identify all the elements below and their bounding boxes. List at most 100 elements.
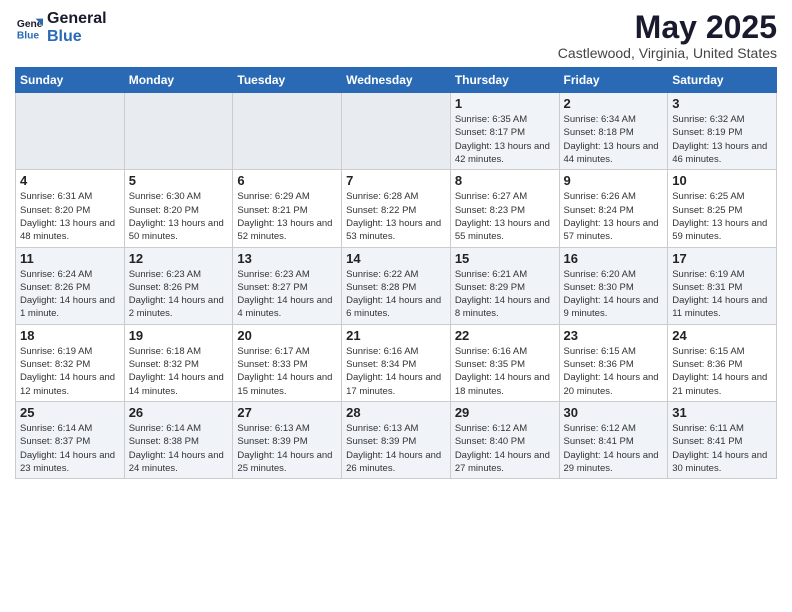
day-info: Sunrise: 6:20 AM Sunset: 8:30 PM Dayligh… — [564, 268, 664, 321]
day-number: 27 — [237, 405, 337, 420]
day-info: Sunrise: 6:35 AM Sunset: 8:17 PM Dayligh… — [455, 113, 555, 166]
day-info: Sunrise: 6:29 AM Sunset: 8:21 PM Dayligh… — [237, 190, 337, 243]
logo-blue: Blue — [47, 28, 107, 46]
day-info: Sunrise: 6:11 AM Sunset: 8:41 PM Dayligh… — [672, 422, 772, 475]
calendar-cell: 21 Sunrise: 6:16 AM Sunset: 8:34 PM Dayli… — [342, 324, 451, 401]
day-number: 23 — [564, 328, 664, 343]
day-info: Sunrise: 6:25 AM Sunset: 8:25 PM Dayligh… — [672, 190, 772, 243]
main-title: May 2025 — [558, 10, 777, 45]
col-header-friday: Friday — [559, 68, 668, 93]
day-number: 31 — [672, 405, 772, 420]
calendar-cell: 24 Sunrise: 6:15 AM Sunset: 8:36 PM Dayli… — [668, 324, 777, 401]
calendar-cell: 26 Sunrise: 6:14 AM Sunset: 8:38 PM Dayli… — [124, 401, 233, 478]
day-info: Sunrise: 6:23 AM Sunset: 8:26 PM Dayligh… — [129, 268, 229, 321]
header: General Blue General Blue May 2025 Castl… — [15, 10, 777, 61]
day-number: 17 — [672, 251, 772, 266]
day-info: Sunrise: 6:19 AM Sunset: 8:32 PM Dayligh… — [20, 345, 120, 398]
day-info: Sunrise: 6:16 AM Sunset: 8:34 PM Dayligh… — [346, 345, 446, 398]
day-number: 4 — [20, 173, 120, 188]
col-header-sunday: Sunday — [16, 68, 125, 93]
calendar-cell: 27 Sunrise: 6:13 AM Sunset: 8:39 PM Dayli… — [233, 401, 342, 478]
day-info: Sunrise: 6:28 AM Sunset: 8:22 PM Dayligh… — [346, 190, 446, 243]
day-info: Sunrise: 6:23 AM Sunset: 8:27 PM Dayligh… — [237, 268, 337, 321]
calendar-cell: 31 Sunrise: 6:11 AM Sunset: 8:41 PM Dayli… — [668, 401, 777, 478]
day-info: Sunrise: 6:31 AM Sunset: 8:20 PM Dayligh… — [20, 190, 120, 243]
calendar-cell: 15 Sunrise: 6:21 AM Sunset: 8:29 PM Dayli… — [450, 247, 559, 324]
day-number: 29 — [455, 405, 555, 420]
calendar-cell: 11 Sunrise: 6:24 AM Sunset: 8:26 PM Dayli… — [16, 247, 125, 324]
day-number: 26 — [129, 405, 229, 420]
svg-text:Blue: Blue — [17, 30, 40, 41]
day-number: 20 — [237, 328, 337, 343]
logo-icon: General Blue — [15, 14, 43, 42]
day-number: 21 — [346, 328, 446, 343]
calendar-cell: 6 Sunrise: 6:29 AM Sunset: 8:21 PM Daylig… — [233, 170, 342, 247]
day-info: Sunrise: 6:15 AM Sunset: 8:36 PM Dayligh… — [672, 345, 772, 398]
calendar-cell — [342, 93, 451, 170]
calendar-cell: 16 Sunrise: 6:20 AM Sunset: 8:30 PM Dayli… — [559, 247, 668, 324]
day-number: 11 — [20, 251, 120, 266]
day-info: Sunrise: 6:15 AM Sunset: 8:36 PM Dayligh… — [564, 345, 664, 398]
calendar-cell: 5Sunrise: 6:30 AM Sunset: 8:20 PM Daylig… — [124, 170, 233, 247]
calendar-cell: 3 Sunrise: 6:32 AM Sunset: 8:19 PM Daylig… — [668, 93, 777, 170]
day-info: Sunrise: 6:12 AM Sunset: 8:40 PM Dayligh… — [455, 422, 555, 475]
day-number: 14 — [346, 251, 446, 266]
day-number: 1 — [455, 96, 555, 111]
calendar-cell: 1 Sunrise: 6:35 AM Sunset: 8:17 PM Daylig… — [450, 93, 559, 170]
day-number: 6 — [237, 173, 337, 188]
day-number: 18 — [20, 328, 120, 343]
day-info: Sunrise: 6:14 AM Sunset: 8:37 PM Dayligh… — [20, 422, 120, 475]
day-number: 19 — [129, 328, 229, 343]
logo: General Blue General Blue — [15, 10, 107, 45]
day-number: 24 — [672, 328, 772, 343]
day-info: Sunrise: 6:21 AM Sunset: 8:29 PM Dayligh… — [455, 268, 555, 321]
calendar-cell: 20 Sunrise: 6:17 AM Sunset: 8:33 PM Dayli… — [233, 324, 342, 401]
calendar-cell: 10 Sunrise: 6:25 AM Sunset: 8:25 PM Dayli… — [668, 170, 777, 247]
day-info: Sunrise: 6:26 AM Sunset: 8:24 PM Dayligh… — [564, 190, 664, 243]
day-number: 5 — [129, 173, 229, 188]
day-info: Sunrise: 6:24 AM Sunset: 8:26 PM Dayligh… — [20, 268, 120, 321]
calendar-cell: 30 Sunrise: 6:12 AM Sunset: 8:41 PM Dayli… — [559, 401, 668, 478]
col-header-thursday: Thursday — [450, 68, 559, 93]
page: General Blue General Blue May 2025 Castl… — [0, 0, 792, 612]
calendar-cell — [124, 93, 233, 170]
day-info: Sunrise: 6:32 AM Sunset: 8:19 PM Dayligh… — [672, 113, 772, 166]
day-info: Sunrise: 6:13 AM Sunset: 8:39 PM Dayligh… — [237, 422, 337, 475]
calendar-cell: 22 Sunrise: 6:16 AM Sunset: 8:35 PM Dayli… — [450, 324, 559, 401]
col-header-wednesday: Wednesday — [342, 68, 451, 93]
day-number: 28 — [346, 405, 446, 420]
day-number: 15 — [455, 251, 555, 266]
calendar-cell: 13Sunrise: 6:23 AM Sunset: 8:27 PM Dayli… — [233, 247, 342, 324]
day-number: 22 — [455, 328, 555, 343]
day-number: 9 — [564, 173, 664, 188]
calendar-cell: 17 Sunrise: 6:19 AM Sunset: 8:31 PM Dayli… — [668, 247, 777, 324]
day-number: 3 — [672, 96, 772, 111]
day-number: 7 — [346, 173, 446, 188]
day-info: Sunrise: 6:14 AM Sunset: 8:38 PM Dayligh… — [129, 422, 229, 475]
calendar-cell: 25 Sunrise: 6:14 AM Sunset: 8:37 PM Dayli… — [16, 401, 125, 478]
calendar-cell — [233, 93, 342, 170]
day-info: Sunrise: 6:17 AM Sunset: 8:33 PM Dayligh… — [237, 345, 337, 398]
col-header-saturday: Saturday — [668, 68, 777, 93]
day-number: 25 — [20, 405, 120, 420]
day-info: Sunrise: 6:19 AM Sunset: 8:31 PM Dayligh… — [672, 268, 772, 321]
calendar-cell: 23 Sunrise: 6:15 AM Sunset: 8:36 PM Dayli… — [559, 324, 668, 401]
sub-title: Castlewood, Virginia, United States — [558, 45, 777, 61]
day-number: 12 — [129, 251, 229, 266]
day-info: Sunrise: 6:12 AM Sunset: 8:41 PM Dayligh… — [564, 422, 664, 475]
calendar-table: SundayMondayTuesdayWednesdayThursdayFrid… — [15, 67, 777, 479]
day-info: Sunrise: 6:16 AM Sunset: 8:35 PM Dayligh… — [455, 345, 555, 398]
day-info: Sunrise: 6:13 AM Sunset: 8:39 PM Dayligh… — [346, 422, 446, 475]
day-number: 16 — [564, 251, 664, 266]
calendar-cell: 9 Sunrise: 6:26 AM Sunset: 8:24 PM Daylig… — [559, 170, 668, 247]
calendar-cell: 19Sunrise: 6:18 AM Sunset: 8:32 PM Dayli… — [124, 324, 233, 401]
day-number: 30 — [564, 405, 664, 420]
day-number: 10 — [672, 173, 772, 188]
calendar-cell: 29 Sunrise: 6:12 AM Sunset: 8:40 PM Dayli… — [450, 401, 559, 478]
calendar-cell: 14Sunrise: 6:22 AM Sunset: 8:28 PM Dayli… — [342, 247, 451, 324]
day-info: Sunrise: 6:27 AM Sunset: 8:23 PM Dayligh… — [455, 190, 555, 243]
day-number: 2 — [564, 96, 664, 111]
day-info: Sunrise: 6:34 AM Sunset: 8:18 PM Dayligh… — [564, 113, 664, 166]
calendar-cell: 8Sunrise: 6:27 AM Sunset: 8:23 PM Daylig… — [450, 170, 559, 247]
col-header-monday: Monday — [124, 68, 233, 93]
